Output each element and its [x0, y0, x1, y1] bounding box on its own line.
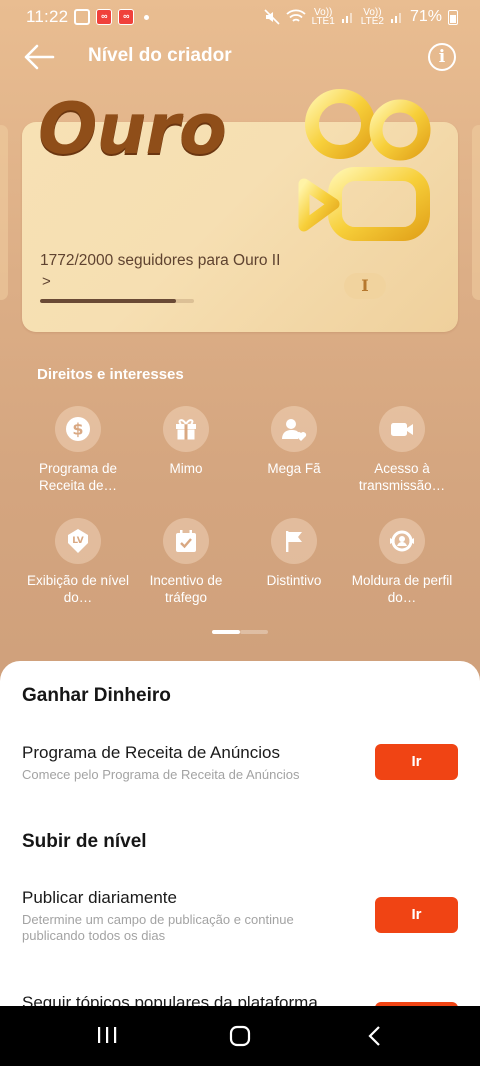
dollar-icon: $: [66, 417, 90, 441]
right-item-level-display[interactable]: LV Exibição de nível do…: [20, 518, 136, 606]
right-item-ad-revenue[interactable]: $ Programa de Receita de…: [20, 406, 136, 494]
kwai-notification-icon-2: ∞: [118, 9, 135, 25]
page-title: Nível do criador: [88, 45, 232, 66]
status-bar: 11:22 ∞ ∞ Vo)) LTE1 Vo)) LTE2 71%: [0, 0, 480, 34]
fan-heart-icon: [282, 419, 307, 441]
right-item-gift[interactable]: Mimo: [128, 406, 244, 477]
video-camera-icon: [391, 423, 413, 436]
kwai-camera-logo-icon: [298, 89, 431, 241]
recent-apps-icon[interactable]: [96, 1024, 118, 1046]
svg-text:LV: LV: [72, 536, 83, 546]
earn-money-title: Ganhar Dinheiro: [22, 685, 171, 706]
pager-dot: [240, 630, 268, 634]
daily-post-task-desc: Determine um campo de publicação e conti…: [22, 912, 294, 943]
right-item-label: Programa de Receita de…: [38, 461, 118, 493]
right-item-badge[interactable]: Distintivo: [236, 518, 352, 589]
level-tier-badge: I: [344, 273, 386, 299]
right-item-label: Exibição de nível do…: [26, 573, 130, 605]
rights-pager: [212, 630, 268, 634]
level-up-title: Subir de nível: [22, 831, 147, 852]
right-item-label: Acesso à transmissão…: [358, 461, 446, 493]
tasks-sheet: Ganhar Dinheiro Programa de Receita de A…: [0, 661, 480, 1006]
home-icon[interactable]: [228, 1024, 252, 1048]
level-progress-fill: [40, 299, 177, 303]
wifi-icon: [286, 9, 306, 22]
next-level-card-peek[interactable]: [472, 125, 480, 300]
flag-icon: [286, 531, 302, 552]
level-progress-bar: [40, 299, 194, 303]
arrow-left-icon: [24, 44, 55, 70]
rights-section-title: Direitos e interesses: [37, 366, 184, 383]
ad-revenue-task-desc: Comece pelo Programa de Receita de Anúnc…: [22, 767, 300, 782]
kwai-notification-icon: ∞: [96, 9, 113, 25]
right-item-label: Moldura de perfil do…: [351, 573, 453, 605]
lte2-indicator: Vo)) LTE2: [360, 7, 384, 27]
level-name: Ouro: [38, 88, 227, 170]
signal-icon-1: [341, 13, 352, 23]
right-item-label: Mimo: [169, 461, 203, 476]
right-item-label: Distintivo: [266, 573, 322, 588]
right-item-profile-frame[interactable]: Moldura de perfil do…: [344, 518, 460, 606]
lv-badge-icon: LV: [68, 529, 88, 553]
prev-level-card-peek[interactable]: [0, 125, 8, 300]
system-nav-bar: [0, 1006, 480, 1066]
right-item-mega-fan[interactable]: Mega Fã: [236, 406, 352, 477]
right-item-label: Mega Fã: [267, 461, 321, 476]
follow-topics-task-title: Seguir tópicos populares da plataforma: [22, 993, 318, 1006]
profile-frame-icon: [390, 530, 414, 552]
back-nav-icon[interactable]: [366, 1024, 384, 1048]
signal-icon-2: [390, 13, 401, 23]
level-progress-text: 1772/2000 seguidores para Ouro II: [40, 252, 281, 269]
mute-icon: [264, 9, 280, 25]
right-item-traffic-incentive[interactable]: Incentivo de tráfego: [128, 518, 244, 606]
right-item-live-access[interactable]: Acesso à transmissão…: [344, 406, 460, 494]
daily-post-task-title: Publicar diariamente: [22, 888, 177, 907]
battery-percent: 71%: [409, 8, 442, 25]
ad-revenue-go-button[interactable]: Ir: [375, 744, 458, 780]
calendar-check-icon: [176, 530, 196, 552]
back-button[interactable]: [22, 42, 56, 72]
app-header: Nível do criador i: [0, 34, 480, 80]
gallery-notification-icon: [74, 9, 91, 25]
lte1-indicator: Vo)) LTE1: [311, 7, 335, 27]
progress-chevron-icon[interactable]: >: [42, 273, 51, 290]
pager-dot-active: [212, 630, 240, 634]
info-button[interactable]: i: [428, 43, 456, 71]
battery-icon: [448, 9, 458, 25]
more-notifications-icon: [144, 14, 150, 20]
status-time: 11:22: [26, 7, 69, 26]
daily-post-go-button[interactable]: Ir: [375, 897, 458, 933]
gift-icon: [176, 419, 196, 440]
ad-revenue-task-title: Programa de Receita de Anúncios: [22, 743, 280, 762]
right-item-label: Incentivo de tráfego: [149, 573, 223, 605]
svg-text:$: $: [72, 420, 83, 439]
